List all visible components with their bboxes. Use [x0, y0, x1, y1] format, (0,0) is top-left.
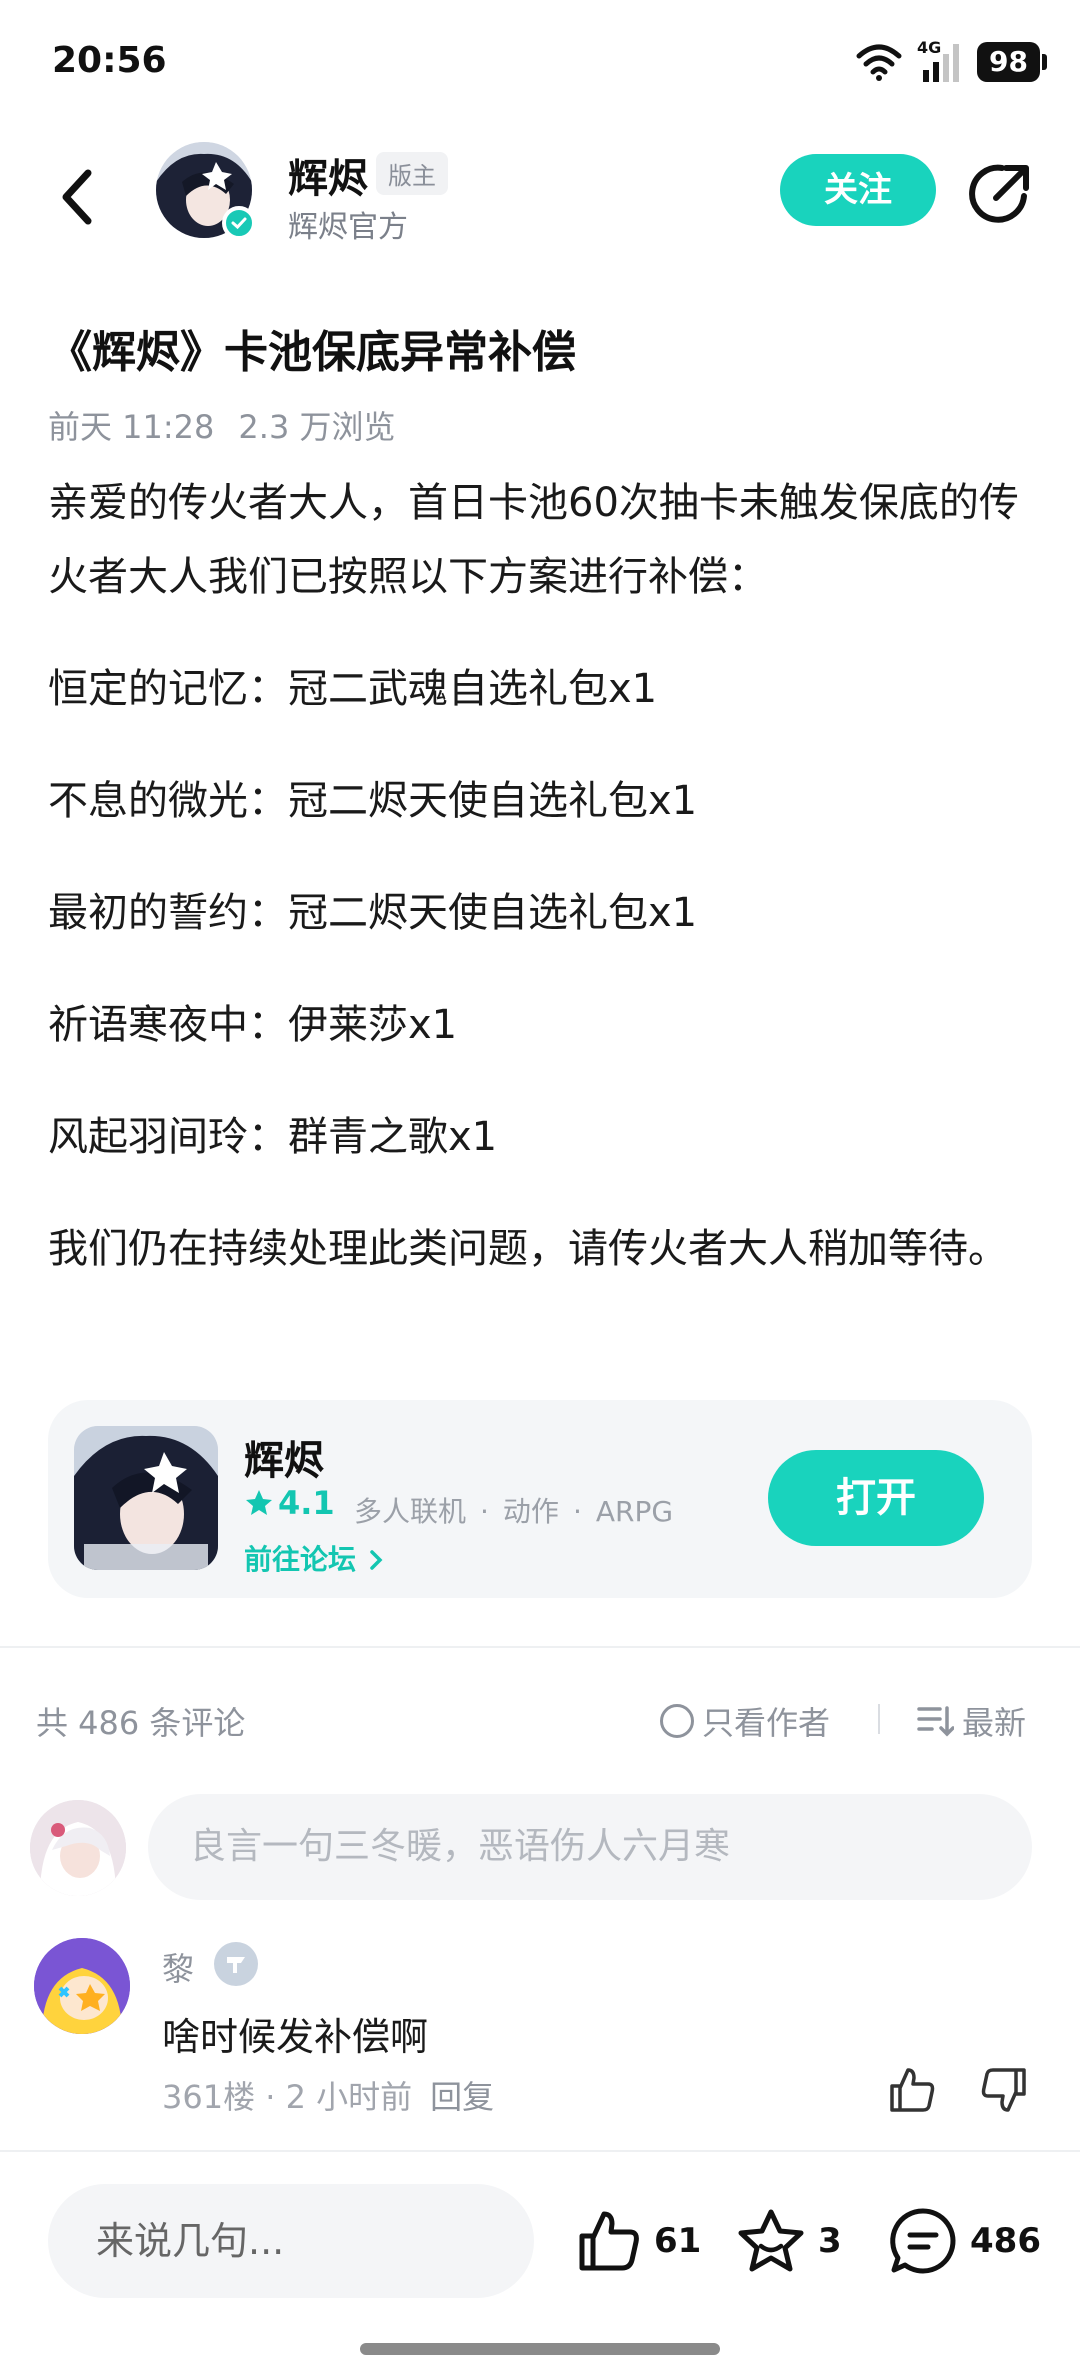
- comment-total: 486: [970, 2221, 1041, 2261]
- post-paragraph: 我们仍在持续处理此类问题，请传火者大人稍加等待。: [48, 1226, 1008, 1272]
- post-paragraph: 不息的微光：冠二烬天使自选礼包x1: [48, 778, 698, 824]
- game-name: 辉烬: [244, 1438, 324, 1484]
- commenter-avatar[interactable]: [34, 1938, 130, 2034]
- comment-like-button[interactable]: [886, 2064, 938, 2116]
- open-game-button[interactable]: 打开: [768, 1450, 984, 1546]
- game-tags: 多人联机 · 动作 · ARPG: [354, 1495, 674, 1528]
- sort-label: 最新: [962, 1704, 1027, 1742]
- like-button[interactable]: 61: [576, 2204, 701, 2278]
- header-separator: [878, 1704, 880, 1734]
- favorite-button[interactable]: 3: [736, 2204, 842, 2278]
- home-indicator[interactable]: [360, 2343, 720, 2355]
- comments-button[interactable]: 486: [888, 2204, 1041, 2278]
- post-time: 前天 11:28: [48, 408, 215, 446]
- sort-button[interactable]: 最新: [916, 1698, 1026, 1744]
- post-paragraph: 风起羽间玲：群青之歌x1: [48, 1114, 498, 1160]
- forum-link-label: 前往论坛: [244, 1543, 357, 1576]
- author-name[interactable]: 辉烬: [288, 146, 368, 204]
- author-avatar[interactable]: [156, 142, 256, 240]
- game-card[interactable]: 辉烬 4.1 多人联机 · 动作 · ARPG 前往论坛 打开: [48, 1400, 1032, 1598]
- commenter-name[interactable]: 黎: [162, 1944, 194, 1990]
- post-meta: 前天 11:28 2.3 万浏览: [48, 402, 395, 448]
- author-only-toggle[interactable]: 只看作者: [660, 1698, 830, 1744]
- comment-time: 2 小时前: [285, 2078, 413, 2116]
- author-subtitle: 辉烬官方: [288, 210, 408, 245]
- thumbs-up-icon: [890, 2068, 935, 2112]
- chevron-right-icon: [370, 1550, 383, 1570]
- my-avatar: [30, 1800, 126, 1896]
- game-tag: 动作: [502, 1495, 559, 1528]
- comment-bubble-icon: [890, 2208, 956, 2274]
- post-paragraph: 最初的誓约：冠二烬天使自选礼包x1: [48, 890, 698, 936]
- sort-icon: [917, 1706, 954, 1737]
- verified-icon: [222, 206, 256, 240]
- game-rating: 4.1: [244, 1484, 335, 1522]
- thumbs-up-icon: [579, 2211, 639, 2271]
- share-icon: [969, 164, 1029, 223]
- comment-meta: 361楼 · 2 小时前 回复: [162, 2078, 495, 2116]
- moderator-badge: 版主: [376, 152, 448, 195]
- star-icon: [246, 1490, 272, 1515]
- post-title: 《辉烬》卡池保底异常补偿: [48, 327, 576, 378]
- follow-button[interactable]: 关注: [780, 154, 936, 226]
- post-paragraph: 恒定的记忆：冠二武魂自选礼包x1: [48, 666, 658, 712]
- comment-input[interactable]: 良言一句三冬暖，恶语伤人六月寒: [148, 1794, 1032, 1900]
- thumbs-down-icon: [981, 2068, 1026, 2112]
- author-only-label: 只看作者: [702, 1704, 831, 1742]
- status-bar: 20:56 4G 98: [0, 0, 1080, 120]
- status-icons: 4G 98: [855, 38, 1047, 84]
- radio-circle-icon: [660, 1704, 694, 1738]
- star-outline-icon: [738, 2209, 804, 2272]
- bottom-divider: [0, 2150, 1080, 2152]
- post-body: 亲爱的传火者大人，首日卡池60次抽卡未触发保底的传火者大人我们已按照以下方案进行…: [48, 466, 1038, 1324]
- comments-header: 共 486 条评论 只看作者 最新: [36, 1694, 1044, 1744]
- post-views: 2.3 万浏览: [238, 408, 396, 446]
- cellular-signal-icon: 4G: [917, 38, 963, 84]
- user-level-icon: [214, 1942, 258, 1986]
- battery-indicator: 98: [977, 42, 1047, 82]
- game-icon[interactable]: [74, 1426, 218, 1570]
- chevron-left-icon: [62, 169, 92, 225]
- share-button[interactable]: [966, 160, 1034, 228]
- section-divider: [0, 1646, 1080, 1648]
- game-tag: ARPG: [595, 1495, 674, 1528]
- back-button[interactable]: [48, 162, 108, 232]
- wifi-icon: [856, 44, 902, 81]
- comment-count: 共 486 条评论: [36, 1704, 246, 1742]
- game-tag: 多人联机: [354, 1495, 467, 1528]
- like-count: 61: [654, 2221, 702, 2261]
- comment-dislike-button[interactable]: [978, 2064, 1030, 2116]
- post-paragraph: 祈语寒夜中：伊莱莎x1: [48, 1002, 458, 1048]
- post-header: 辉烬 版主 辉烬官方 关注: [0, 130, 1080, 260]
- rating-value: 4.1: [278, 1484, 335, 1522]
- bottom-comment-input[interactable]: 来说几句...: [48, 2184, 534, 2298]
- status-time: 20:56: [52, 40, 167, 81]
- comment-text: 啥时候发补偿啊: [162, 2015, 429, 2059]
- forum-link[interactable]: 前往论坛: [244, 1538, 386, 1578]
- comment-floor: 361楼: [162, 2078, 256, 2116]
- favorite-count: 3: [818, 2221, 842, 2261]
- post-paragraph: 亲爱的传火者大人，首日卡池60次抽卡未触发保底的传火者大人我们已按照以下方案进行…: [48, 480, 1019, 600]
- reply-button[interactable]: 回复: [430, 2078, 494, 2116]
